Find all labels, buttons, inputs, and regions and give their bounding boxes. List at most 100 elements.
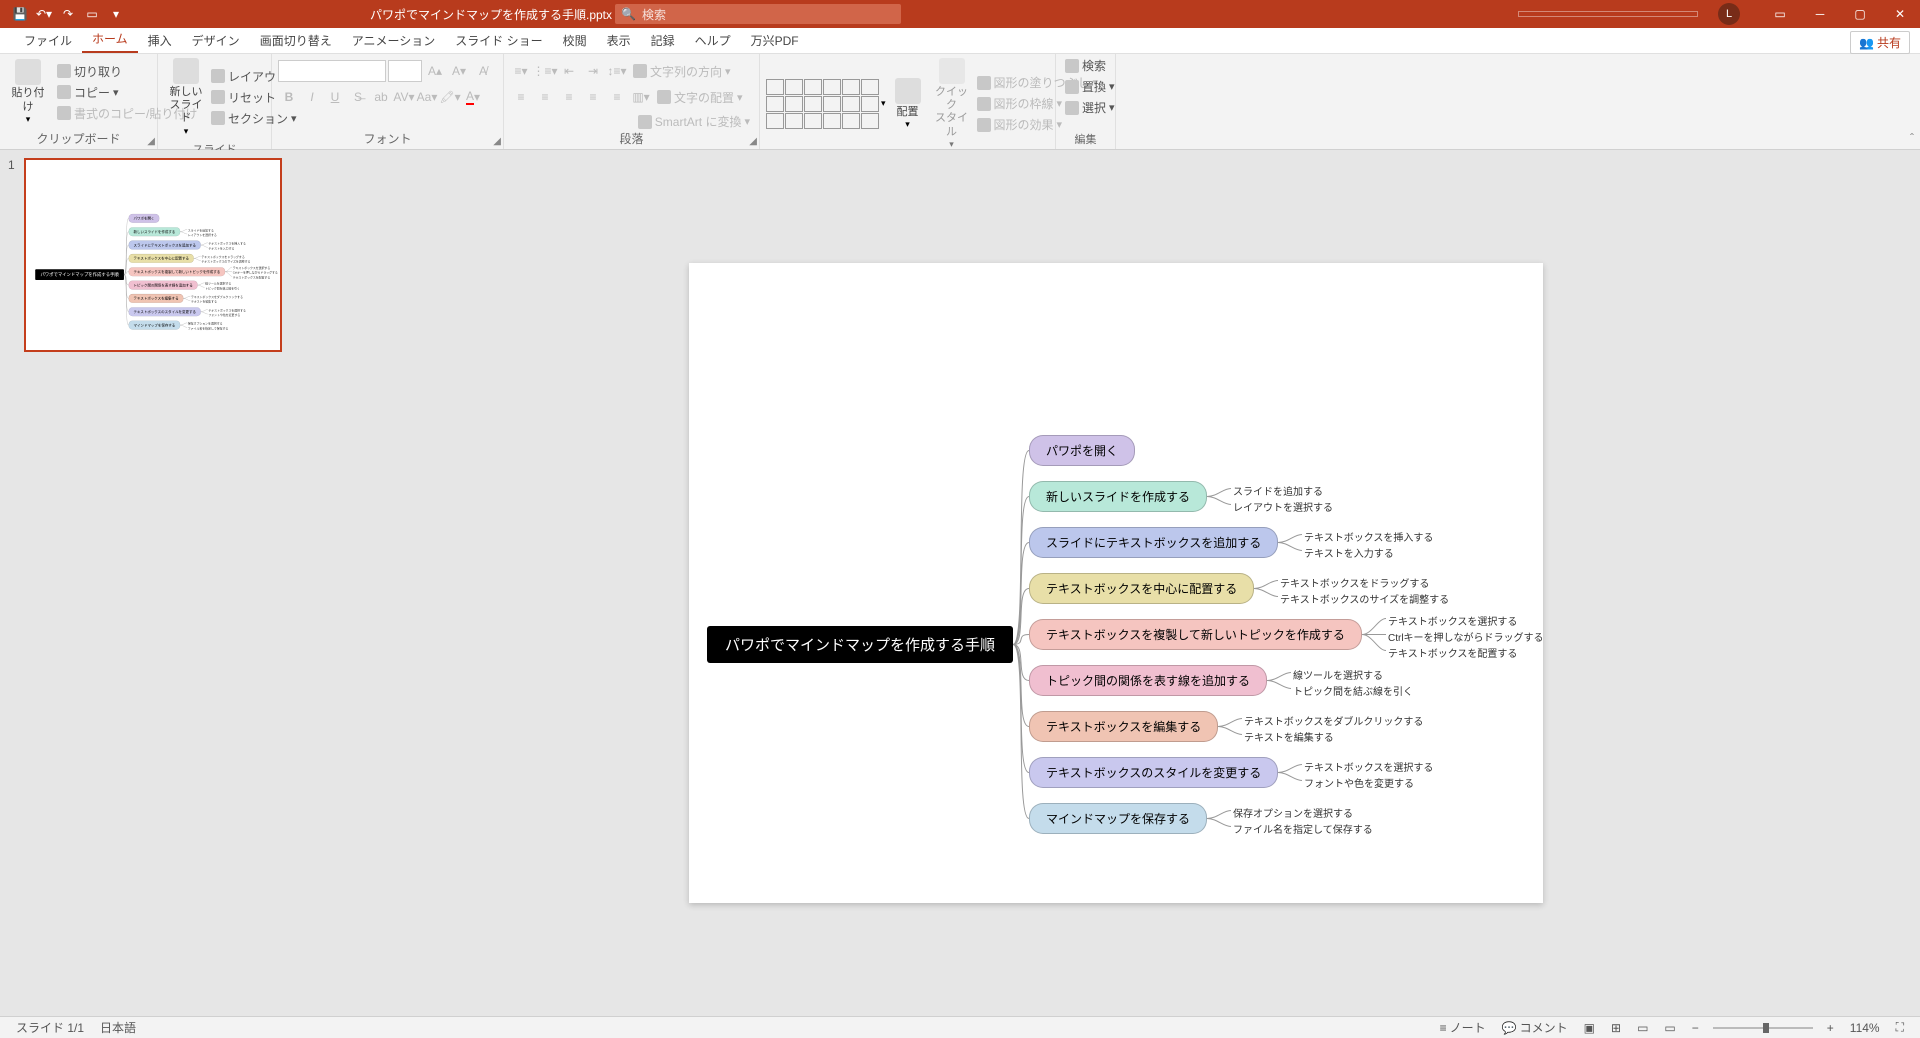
tab-transitions[interactable]: 画面切り替え: [250, 28, 342, 53]
zoom-slider[interactable]: [1713, 1027, 1813, 1029]
slide-canvas[interactable]: パワポでマインドマップを作成する手順パワポを開く新しいスライドを作成するスライド…: [689, 263, 1543, 903]
maximize-button[interactable]: ▢: [1840, 0, 1880, 28]
mindmap-sub-6-0[interactable]: テキストボックスをダブルクリックする: [1244, 713, 1423, 728]
replace-button[interactable]: 置換 ▾: [1062, 77, 1118, 96]
align-left-button[interactable]: ≡: [510, 86, 532, 108]
tab-slideshow[interactable]: スライド ショー: [445, 28, 552, 53]
user-avatar[interactable]: L: [1718, 3, 1740, 25]
increase-font-icon[interactable]: A▴: [424, 60, 446, 82]
mindmap-node-1[interactable]: 新しいスライドを作成する: [129, 227, 181, 236]
decrease-indent-button[interactable]: ⇤: [558, 60, 580, 82]
tab-home[interactable]: ホーム: [82, 26, 138, 53]
normal-view-icon[interactable]: ▣: [1576, 1017, 1603, 1038]
customize-qat-icon[interactable]: ▾: [106, 4, 126, 24]
mindmap-sub-8-1[interactable]: ファイル名を指定して保存する: [188, 326, 229, 330]
fit-to-window-icon[interactable]: ⛶: [1888, 1017, 1912, 1038]
tab-help[interactable]: ヘルプ: [685, 28, 741, 53]
mindmap-root[interactable]: パワポでマインドマップを作成する手順: [707, 626, 1013, 663]
slide-thumbnail-1[interactable]: パワポでマインドマップを作成する手順パワポを開く新しいスライドを作成するスライド…: [24, 158, 282, 352]
mindmap-sub-3-1[interactable]: テキストボックスのサイズを調整する: [1280, 591, 1449, 606]
mindmap-node-5[interactable]: トピック間の関係を表す線を追加する: [1029, 665, 1267, 696]
search-box[interactable]: 🔍 検索: [615, 4, 901, 24]
mindmap-sub-2-1[interactable]: テキストを入力する: [1304, 545, 1394, 560]
zoom-in-button[interactable]: +: [1819, 1017, 1842, 1038]
undo-icon[interactable]: ↶▾: [34, 4, 54, 24]
columns-button[interactable]: ▥▾: [630, 86, 652, 108]
comments-button[interactable]: 💬コメント: [1494, 1017, 1576, 1038]
mindmap-sub-3-1[interactable]: テキストボックスのサイズを調整する: [201, 259, 250, 263]
mindmap-node-4[interactable]: テキストボックスを複製して新しいトピックを作成する: [1029, 619, 1362, 650]
align-center-button[interactable]: ≡: [534, 86, 556, 108]
share-button[interactable]: 👥共有: [1850, 31, 1910, 54]
mindmap-node-3[interactable]: テキストボックスを中心に配置する: [1029, 573, 1254, 604]
font-name-combo[interactable]: [278, 60, 386, 82]
sorter-view-icon[interactable]: ⊞: [1603, 1017, 1629, 1038]
decrease-font-icon[interactable]: A▾: [448, 60, 470, 82]
tab-animations[interactable]: アニメーション: [342, 28, 446, 53]
new-slide-button[interactable]: 新しい スライド▾: [164, 56, 208, 139]
font-color-button[interactable]: A▾: [462, 86, 484, 108]
mindmap-sub-5-0[interactable]: 線ツールを選択する: [1293, 667, 1383, 682]
arrange-button[interactable]: 配置▾: [886, 76, 930, 132]
mindmap-node-0[interactable]: パワポを開く: [129, 214, 160, 223]
mindmap-sub-1-0[interactable]: スライドを追加する: [1233, 483, 1323, 498]
collapse-ribbon-icon[interactable]: ˆ: [1910, 131, 1914, 145]
slideshow-from-start-icon[interactable]: ▭: [82, 4, 102, 24]
clear-formatting-icon[interactable]: A̸: [472, 60, 494, 82]
mindmap-node-2[interactable]: スライドにテキストボックスを追加する: [129, 241, 201, 250]
clipboard-dialog-launcher[interactable]: ◢: [147, 136, 155, 147]
mindmap-node-5[interactable]: トピック間の関係を表す線を追加する: [129, 281, 198, 290]
ribbon-display-options[interactable]: [1518, 11, 1698, 17]
distribute-button[interactable]: ≡: [606, 86, 628, 108]
italic-button[interactable]: I: [301, 86, 323, 108]
mindmap-sub-7-1[interactable]: フォントや色を変更する: [208, 312, 240, 316]
mindmap-sub-4-2[interactable]: テキストボックスを配置する: [1388, 645, 1517, 660]
reading-view-icon[interactable]: ▭: [1629, 1017, 1656, 1038]
mindmap-node-3[interactable]: テキストボックスを中心に配置する: [129, 254, 194, 263]
slideshow-view-icon[interactable]: ▭: [1656, 1017, 1683, 1038]
paste-button[interactable]: 貼り付け▾: [6, 57, 50, 126]
language-indicator[interactable]: 日本語: [92, 1017, 144, 1038]
ribbon-options-icon[interactable]: ▭: [1760, 0, 1800, 28]
find-button[interactable]: 検索: [1062, 56, 1109, 75]
line-spacing-button[interactable]: ↕≡▾: [606, 60, 628, 82]
change-case-button[interactable]: Aa▾: [416, 86, 438, 108]
mindmap-sub-6-1[interactable]: テキストを編集する: [1244, 729, 1334, 744]
tab-recording[interactable]: 記録: [641, 28, 685, 53]
tab-review[interactable]: 校閲: [553, 28, 597, 53]
tab-design[interactable]: デザイン: [182, 28, 250, 53]
paragraph-dialog-launcher[interactable]: ◢: [749, 136, 757, 147]
shape-gallery[interactable]: [766, 79, 879, 129]
mindmap-sub-1-1[interactable]: レイアウトを選択する: [1233, 499, 1333, 514]
save-icon[interactable]: 💾: [10, 4, 30, 24]
mindmap-sub-2-0[interactable]: テキストボックスを挿入する: [1304, 529, 1433, 544]
bold-button[interactable]: B: [278, 86, 300, 108]
mindmap-node-7[interactable]: テキストボックスのスタイルを変更する: [129, 307, 201, 316]
align-text-button[interactable]: 文字の配置 ▾: [654, 86, 746, 108]
mindmap-sub-4-2[interactable]: テキストボックスを配置する: [233, 275, 271, 279]
mindmap-node-7[interactable]: テキストボックスのスタイルを変更する: [1029, 757, 1278, 788]
minimize-button[interactable]: ─: [1800, 0, 1840, 28]
slide-thumbnail-panel[interactable]: 1 パワポでマインドマップを作成する手順パワポを開く新しいスライドを作成するスラ…: [0, 150, 312, 1016]
select-button[interactable]: 選択 ▾: [1062, 98, 1118, 117]
mindmap-node-2[interactable]: スライドにテキストボックスを追加する: [1029, 527, 1278, 558]
quick-styles-button[interactable]: クイック スタイル▾: [930, 56, 974, 152]
shadow-button[interactable]: ab: [370, 86, 392, 108]
font-size-combo[interactable]: [388, 60, 422, 82]
mindmap-sub-7-1[interactable]: フォントや色を変更する: [1304, 775, 1414, 790]
tab-pdf[interactable]: 万兴PDF: [741, 28, 809, 53]
mindmap-sub-3-0[interactable]: テキストボックスをドラッグする: [1280, 575, 1429, 590]
tab-insert[interactable]: 挿入: [138, 28, 182, 53]
tab-view[interactable]: 表示: [597, 28, 641, 53]
strikethrough-button[interactable]: S̶: [347, 86, 369, 108]
mindmap-sub-1-1[interactable]: レイアウトを選択する: [188, 232, 217, 236]
mindmap-sub-8-1[interactable]: ファイル名を指定して保存する: [1233, 821, 1373, 836]
mindmap-sub-4-0[interactable]: テキストボックスを選択する: [1388, 613, 1517, 628]
slide-editor-area[interactable]: パワポでマインドマップを作成する手順パワポを開く新しいスライドを作成するスライド…: [312, 150, 1920, 1016]
char-spacing-button[interactable]: AV▾: [393, 86, 415, 108]
numbering-button[interactable]: ⋮≡▾: [534, 60, 556, 82]
mindmap-node-8[interactable]: マインドマップを保存する: [1029, 803, 1207, 834]
increase-indent-button[interactable]: ⇥: [582, 60, 604, 82]
mindmap-node-6[interactable]: テキストボックスを編集する: [1029, 711, 1218, 742]
mindmap-node-8[interactable]: マインドマップを保存する: [129, 321, 181, 330]
